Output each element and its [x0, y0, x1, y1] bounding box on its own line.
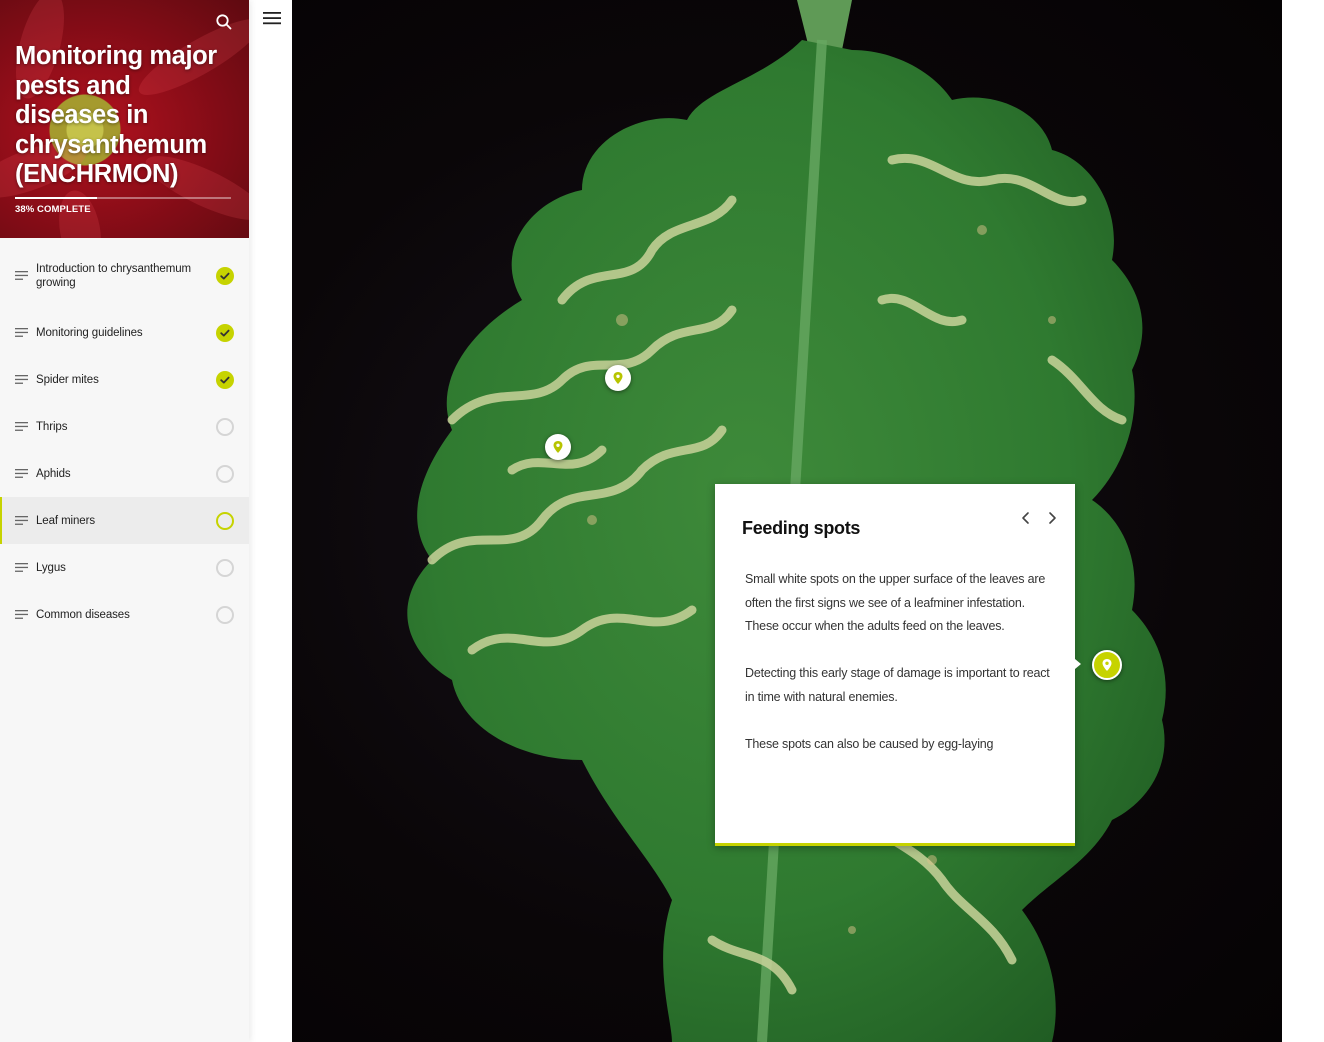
- hamburger-menu-icon[interactable]: [262, 9, 282, 27]
- map-pin-icon: [613, 372, 623, 384]
- checkmark-icon: [216, 266, 234, 285]
- sidebar-item-label: Monitoring guidelines: [36, 326, 143, 339]
- checkmark-icon: [216, 323, 234, 342]
- map-pin-icon: [553, 441, 563, 453]
- sidebar-item-label: Spider mites: [36, 373, 99, 386]
- chevron-right-icon[interactable]: [1045, 510, 1059, 526]
- hotspot-marker[interactable]: [605, 365, 631, 391]
- course-progress-fill: [15, 197, 98, 199]
- in-progress-circle-icon: [216, 511, 234, 530]
- incomplete-circle-icon: [216, 417, 234, 436]
- incomplete-circle-icon: [216, 605, 234, 624]
- sidebar-item-label: Introduction to chrysanthemum growing: [36, 262, 191, 289]
- sidebar-item-monitoring-guidelines[interactable]: Monitoring guidelines: [0, 309, 249, 356]
- search-icon[interactable]: [214, 12, 234, 32]
- lesson-lines-icon: [15, 328, 28, 337]
- popup-pointer: [1075, 659, 1081, 669]
- popup-body: Small white spots on the upper surface o…: [745, 568, 1050, 780]
- popup-title: Feeding spots: [742, 518, 861, 538]
- sidebar-item-leaf-miners[interactable]: Leaf miners: [0, 497, 249, 544]
- lesson-lines-icon: [15, 375, 28, 384]
- sidebar-item-common-diseases[interactable]: Common diseases: [0, 591, 249, 638]
- sidebar-item-thrips[interactable]: Thrips: [0, 403, 249, 450]
- checkmark-icon: [216, 370, 234, 389]
- incomplete-circle-icon: [216, 464, 234, 483]
- hotspot-marker[interactable]: [545, 434, 571, 460]
- lesson-lines-icon: [15, 516, 28, 525]
- course-hero-banner: Monitoring major pests and diseases in c…: [0, 0, 249, 238]
- sidebar-item-spider-mites[interactable]: Spider mites: [0, 356, 249, 403]
- popup-paragraph: These spots can also be caused by egg-la…: [745, 736, 994, 751]
- course-sidebar: Monitoring major pests and diseases in c…: [0, 0, 249, 1042]
- incomplete-circle-icon: [216, 558, 234, 577]
- sidebar-item-label: Lygus: [36, 561, 66, 574]
- lesson-lines-icon: [15, 563, 28, 572]
- popup-paragraph: Detecting this early stage of damage is …: [745, 666, 1050, 704]
- sidebar-item-introduction[interactable]: Introduction to chrysanthemum growing: [0, 250, 249, 301]
- lesson-lines-icon: [15, 610, 28, 619]
- course-progress-label: 38% COMPLETE: [15, 204, 91, 215]
- lesson-nav: Introduction to chrysanthemum growing Mo…: [0, 262, 249, 638]
- hotspot-info-popup: Feeding spots Small white spots on the u…: [715, 484, 1075, 846]
- lesson-lines-icon: [15, 422, 28, 431]
- chevron-left-icon[interactable]: [1019, 510, 1033, 526]
- hotspot-marker-active[interactable]: [1092, 650, 1122, 680]
- sidebar-item-label: Aphids: [36, 467, 71, 480]
- sidebar-item-lygus[interactable]: Lygus: [0, 544, 249, 591]
- sidebar-item-label: Common diseases: [36, 608, 130, 621]
- lesson-lines-icon: [15, 469, 28, 478]
- course-progress-bar: [15, 197, 231, 199]
- sidebar-item-label: Leaf miners: [36, 514, 95, 527]
- lesson-lines-icon: [15, 271, 28, 280]
- course-title: Monitoring major pests and diseases in c…: [15, 42, 217, 188]
- sidebar-item-label: Thrips: [36, 420, 68, 433]
- sidebar-item-aphids[interactable]: Aphids: [0, 450, 249, 497]
- popup-paragraph: Small white spots on the upper surface o…: [745, 572, 1046, 633]
- map-pin-icon: [1102, 659, 1112, 671]
